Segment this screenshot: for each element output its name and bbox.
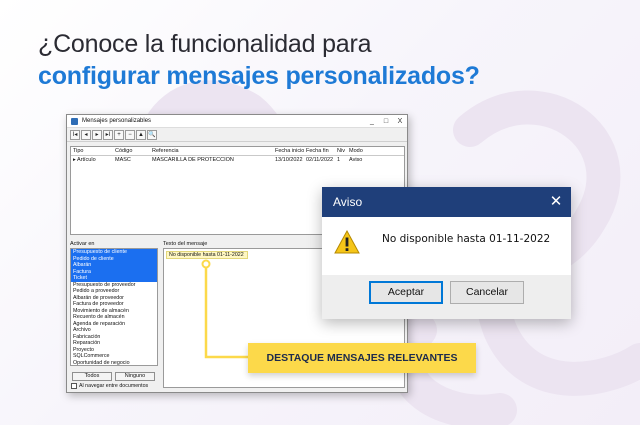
- cell-modo: Aviso: [349, 157, 363, 163]
- col-fecha-fin[interactable]: Fecha fin: [304, 147, 335, 155]
- message-text: No disponible hasta 01-11-2022: [166, 251, 248, 259]
- window-title: Mensajes personalizables: [82, 118, 152, 124]
- next-record-button[interactable]: ▸: [92, 129, 102, 140]
- callout-banner: DESTAQUE MENSAJES RELEVANTES: [248, 343, 476, 373]
- aviso-dialog: Aviso ✕ No disponible hasta 01-11-2022 A…: [322, 187, 571, 319]
- activar-label: Activar en: [70, 241, 95, 247]
- todos-button[interactable]: Todos: [72, 372, 112, 381]
- list-item[interactable]: Oportunidad de negocio: [71, 360, 157, 366]
- navegar-checkbox[interactable]: Al navegar entre documentos: [71, 383, 148, 389]
- col-referencia[interactable]: Referencia: [150, 147, 273, 155]
- close-window-button[interactable]: X: [393, 118, 407, 125]
- post-record-button[interactable]: ▲: [136, 129, 146, 140]
- app-icon: [71, 117, 78, 125]
- minimize-button[interactable]: _: [365, 118, 379, 125]
- col-tipo[interactable]: Tipo: [71, 147, 113, 155]
- cell-codigo: MASC: [115, 157, 131, 163]
- checkbox-box[interactable]: [71, 383, 77, 389]
- cell-tipo: ▸ Artículo: [73, 157, 96, 163]
- headline-line-1: ¿Conoce la funcionalidad para: [38, 30, 372, 58]
- dialog-title: Aviso: [333, 195, 363, 209]
- search-icon[interactable]: 🔍: [147, 129, 157, 140]
- last-record-button[interactable]: ▸I: [103, 129, 113, 140]
- grid-header: Tipo Código Referencia Fecha inicio Fech…: [71, 147, 404, 156]
- dialog-footer: Aceptar Cancelar: [322, 275, 571, 319]
- add-record-button[interactable]: +: [114, 129, 124, 140]
- dialog-message: No disponible hasta 01-11-2022: [382, 233, 551, 245]
- cancelar-button[interactable]: Cancelar: [450, 281, 524, 304]
- col-niv[interactable]: Niv: [335, 147, 347, 155]
- cell-niv: 1: [337, 157, 341, 163]
- cell-referencia: MASCARILLA DE PROTECCION: [152, 157, 234, 163]
- prev-record-button[interactable]: ◂: [81, 129, 91, 140]
- ninguno-button[interactable]: Ninguno: [115, 372, 155, 381]
- headline-line-2: configurar mensajes personalizados?: [38, 62, 480, 90]
- col-codigo[interactable]: Código: [113, 147, 150, 155]
- close-icon[interactable]: ✕: [541, 187, 571, 217]
- window-titlebar: Mensajes personalizables _ □ X: [67, 115, 407, 128]
- activar-list[interactable]: Presupuesto de cliente Pedido de cliente A…: [70, 248, 158, 366]
- cell-fecha-inicio: 13/10/2022: [275, 157, 303, 163]
- table-row[interactable]: ▸ Artículo MASC MASCARILLA DE PROTECCION…: [71, 156, 404, 164]
- dialog-body: No disponible hasta 01-11-2022: [322, 217, 571, 275]
- maximize-button[interactable]: □: [379, 118, 393, 125]
- col-modo[interactable]: Modo: [347, 147, 377, 155]
- texto-label: Texto del mensaje: [163, 241, 208, 247]
- navigation-toolbar: I◂ ◂ ▸ ▸I + − ▲ 🔍: [67, 128, 407, 142]
- delete-record-button[interactable]: −: [125, 129, 135, 140]
- cell-fecha-fin: 02/11/2022: [306, 157, 334, 163]
- headline: ¿Conoce la funcionalidad para configurar…: [38, 28, 618, 92]
- warning-icon: [334, 230, 360, 254]
- aceptar-button[interactable]: Aceptar: [369, 281, 443, 304]
- col-fecha-inicio[interactable]: Fecha inicio: [273, 147, 304, 155]
- first-record-button[interactable]: I◂: [70, 129, 80, 140]
- dialog-titlebar: Aviso ✕: [322, 187, 571, 217]
- navegar-label: Al navegar entre documentos: [79, 383, 149, 389]
